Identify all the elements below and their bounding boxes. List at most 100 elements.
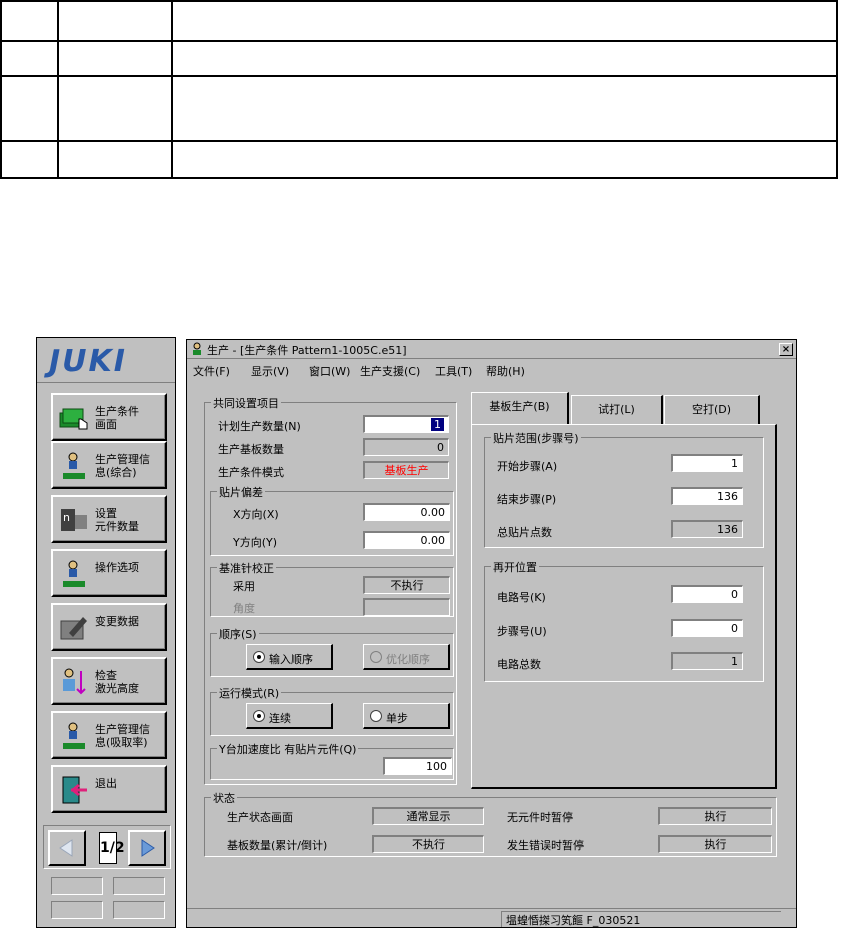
pickup-rate-icon (63, 722, 85, 749)
optimized-order-radio[interactable]: 优化顺序 (363, 644, 450, 670)
nav-label: 变更数据 (95, 615, 139, 628)
run-mode-group: 运行模式(R) 连续 单步 (210, 685, 454, 736)
error-pause-value: 执行 (658, 835, 772, 853)
pickup-rate-button[interactable]: 生产管理信 息(吸取率) (51, 711, 167, 759)
table-cell (171, 40, 838, 77)
radio-label: 连续 (269, 712, 291, 725)
juki-logo: JUKI (49, 344, 127, 379)
status-bar: 塭蝗惛搩习笂饇 F_030521 (187, 908, 796, 927)
tab-dry-run[interactable]: 空打(D) (664, 395, 760, 425)
next-page-button[interactable] (128, 830, 166, 866)
table-cell (57, 75, 173, 142)
left-arrow-icon (59, 839, 73, 857)
radio-label: 优化顺序 (386, 653, 430, 666)
production-window: 生产 - [生产条件 Pattern1-1005C.e51] × 文件(F) 显… (186, 339, 797, 928)
left-nav-panel: JUKI 生产条件 画面 生产管理信 息(综合) n 设置 元件数量 操作选项 … (36, 337, 176, 928)
menu-production-support[interactable]: 生产支援(C) (360, 363, 420, 379)
end-step-label: 结束步骤(P) (497, 493, 557, 506)
menu-view[interactable]: 显示(V) (251, 363, 289, 379)
production-info-button[interactable]: 生产管理信 息(综合) (51, 441, 167, 489)
laser-height-button[interactable]: 检查 激光高度 (51, 657, 167, 705)
exit-button[interactable]: 退出 (51, 765, 167, 813)
condition-mode-value: 基板生产 (363, 461, 449, 479)
menu-window[interactable]: 窗口(W) (309, 363, 350, 379)
nav-label: 生产管理信 息(吸取率) (95, 723, 150, 749)
single-step-radio[interactable]: 单步 (363, 703, 450, 729)
y-accel-input[interactable]: 100 (383, 757, 452, 775)
group-title: 基准针校正 (217, 560, 276, 576)
production-condition-icon (59, 408, 88, 430)
close-button[interactable]: × (779, 343, 793, 356)
continuous-radio[interactable]: 连续 (246, 703, 333, 729)
condition-mode-label: 生产条件模式 (218, 466, 284, 479)
production-condition-button[interactable]: 生产条件 画面 (51, 393, 167, 441)
circuit-no-label: 电路号(K) (497, 591, 546, 604)
x-offset-input[interactable]: 0.00 (363, 503, 450, 521)
menu-file[interactable]: 文件(F) (193, 363, 230, 379)
y-offset-input[interactable]: 0.00 (363, 531, 450, 549)
operation-option-button[interactable]: 操作选项 (51, 549, 167, 597)
blank-slot (113, 901, 165, 919)
group-title: 贴片偏差 (217, 484, 265, 500)
radio-unchecked-icon (370, 710, 382, 722)
group-title: 贴片范围(步骤号) (491, 430, 581, 446)
pin-use-value: 不执行 (363, 576, 450, 594)
produced-count-label: 生产基板数量 (218, 443, 284, 456)
table-cell (0, 140, 59, 179)
table-cell (171, 140, 838, 179)
prev-page-button[interactable] (48, 830, 86, 866)
y-offset-label: Y方向(Y) (233, 536, 278, 549)
nav-label: 操作选项 (95, 561, 139, 574)
table-cell (57, 40, 173, 77)
group-title: 状态 (211, 790, 237, 806)
pager: 1/2 (43, 825, 171, 869)
status-screen-label: 生产状态画面 (227, 811, 293, 824)
tab-trial-placement[interactable]: 试打(L) (571, 395, 663, 425)
radio-checked-icon (253, 710, 265, 722)
end-step-input[interactable]: 136 (671, 487, 743, 505)
input-order-radio[interactable]: 输入顺序 (246, 644, 333, 670)
pin-angle-value (363, 598, 450, 616)
right-arrow-icon (141, 839, 155, 857)
x-offset-label: X方向(X) (233, 508, 279, 521)
start-step-input[interactable]: 1 (671, 454, 743, 472)
window-title: 生产 - [生产条件 Pattern1-1005C.e51] (207, 344, 407, 357)
table-cell (0, 40, 59, 77)
circuit-no-input[interactable]: 0 (671, 585, 743, 603)
app-icon (193, 342, 201, 355)
total-points-label: 总贴片点数 (497, 526, 552, 539)
exit-icon (62, 776, 87, 804)
pin-use-label: 采用 (233, 580, 255, 593)
table-cell (171, 0, 838, 42)
plan-qty-input[interactable]: 1 (363, 415, 449, 433)
total-points-value: 136 (671, 520, 743, 538)
set-parts-count-button[interactable]: n 设置 元件数量 (51, 495, 167, 543)
menu-tools[interactable]: 工具(T) (435, 363, 472, 379)
common-settings-group: 共同设置项目 计划生产数量(N) 1 生产基板数量 0 生产条件模式 基板生产 … (204, 395, 457, 785)
tab-board-production[interactable]: 基板生产(B) (471, 392, 569, 425)
radio-unchecked-icon (370, 651, 382, 663)
tab-panel: 贴片范围(步骤号) 开始步骤(A) 1 结束步骤(P) 136 总贴片点数 13… (471, 424, 777, 789)
nav-label: 检查 激光高度 (95, 669, 139, 695)
step-no-input[interactable]: 0 (671, 619, 743, 637)
logo-area: JUKI (37, 338, 175, 383)
set-parts-count-icon: n (61, 509, 87, 531)
blank-slot (51, 877, 103, 895)
board-count-value: 不执行 (372, 835, 484, 853)
menu-bar: 文件(F) 显示(V) 窗口(W) 生产支援(C) 工具(T) 帮助(H) (187, 360, 796, 379)
group-title: 顺序(S) (217, 626, 259, 642)
blank-slot (113, 877, 165, 895)
menu-help[interactable]: 帮助(H) (486, 363, 525, 379)
change-data-button[interactable]: 变更数据 (51, 603, 167, 651)
table-cell (57, 140, 173, 179)
production-info-icon (63, 452, 85, 479)
svg-text:n: n (63, 511, 70, 524)
radio-label: 输入顺序 (269, 653, 313, 666)
page-indicator: 1/2 (99, 832, 125, 864)
table-cell (57, 0, 173, 42)
no-parts-pause-value: 执行 (658, 807, 772, 825)
radio-checked-icon (253, 651, 265, 663)
table-cell (171, 75, 838, 142)
table-cell (0, 75, 59, 142)
laser-height-icon (63, 668, 86, 695)
